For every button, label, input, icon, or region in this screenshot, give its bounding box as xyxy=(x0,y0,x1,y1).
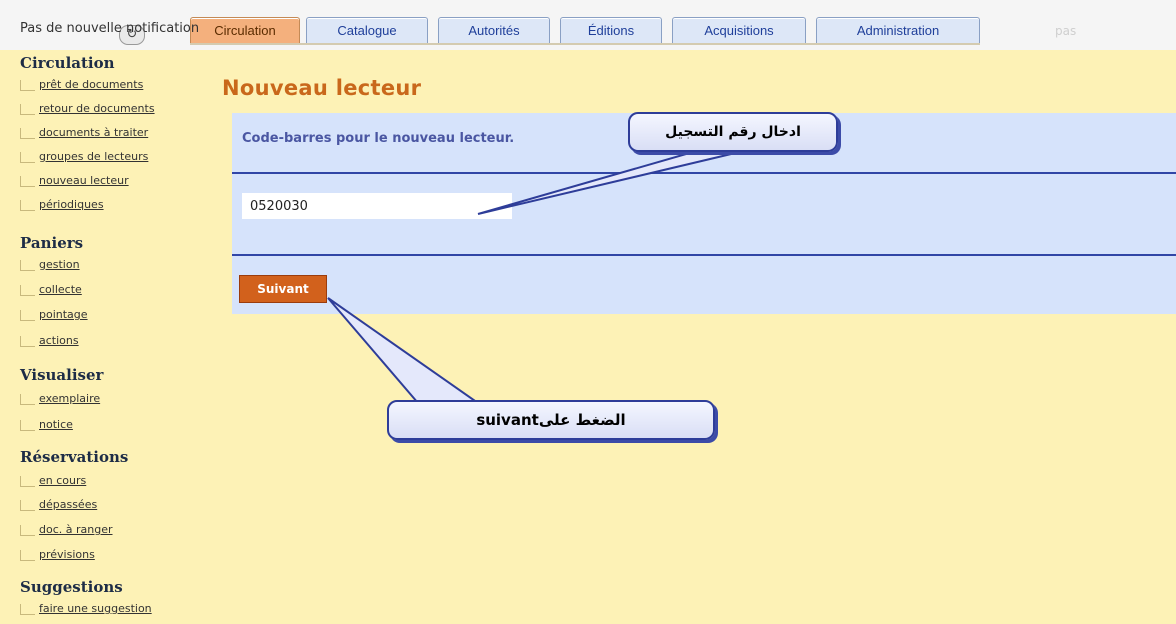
sidebar-item-nouveau-lecteur[interactable]: nouveau lecteur xyxy=(20,174,129,192)
tab-circulation[interactable]: Circulation xyxy=(190,17,300,43)
sidebar-heading-visualiser: Visualiser xyxy=(20,366,104,384)
sidebar-item-doc-a-ranger[interactable]: doc. à ranger xyxy=(20,523,113,541)
sidebar-item-label: dépassées xyxy=(39,498,98,511)
tree-branch-icon xyxy=(20,127,35,139)
tree-branch-icon xyxy=(20,475,35,487)
sidebar-item-depassees[interactable]: dépassées xyxy=(20,498,97,516)
sidebar-item-label: actions xyxy=(39,334,79,347)
tree-branch-icon xyxy=(20,175,35,187)
sidebar-item-label: groupes de lecteurs xyxy=(39,150,149,163)
sidebar-item-periodiques[interactable]: périodiques xyxy=(20,198,104,216)
sidebar-item-retour[interactable]: retour de documents xyxy=(20,102,155,120)
notification-text: Pas de nouvelle notification xyxy=(20,21,200,36)
tree-branch-icon xyxy=(20,199,35,211)
sidebar-item-label: prévisions xyxy=(39,548,95,561)
sidebar-heading-suggestions: Suggestions xyxy=(20,578,123,596)
sidebar-item-label: notice xyxy=(39,418,73,431)
form-divider xyxy=(232,172,1176,174)
sidebar-item-label: périodiques xyxy=(39,198,104,211)
sidebar-heading-circulation: Circulation xyxy=(20,54,115,72)
sidebar-item-label: documents à traiter xyxy=(39,126,149,139)
faded-text: pas xyxy=(1055,24,1077,38)
callout-click-suivant: suivantالضغط على xyxy=(387,400,715,440)
tree-branch-icon xyxy=(20,284,35,296)
tree-branch-icon xyxy=(20,335,35,347)
sidebar-item-label: gestion xyxy=(39,258,80,271)
tab-autorites[interactable]: Autorités xyxy=(438,17,550,43)
top-bar: Circulation Catalogue Autorités Éditions… xyxy=(0,0,1176,50)
sidebar-item-collecte[interactable]: collecte xyxy=(20,283,82,301)
sidebar-item-groupes[interactable]: groupes de lecteurs xyxy=(20,150,148,168)
tree-branch-icon xyxy=(20,151,35,163)
sidebar: Circulation prêt de documents retour de … xyxy=(0,50,210,624)
barcode-label: Code-barres pour le nouveau lecteur. xyxy=(242,131,515,146)
sidebar-heading-paniers: Paniers xyxy=(20,234,84,252)
tree-branch-icon xyxy=(20,603,35,615)
sidebar-item-label: retour de documents xyxy=(39,102,155,115)
sidebar-item-pointage[interactable]: pointage xyxy=(20,308,88,326)
page-title: Nouveau lecteur xyxy=(222,76,422,100)
sidebar-item-label: nouveau lecteur xyxy=(39,174,129,187)
sidebar-item-documents-a-traiter[interactable]: documents à traiter xyxy=(20,126,148,144)
barcode-input[interactable] xyxy=(242,193,512,219)
tab-editions[interactable]: Éditions xyxy=(560,17,662,43)
sidebar-item-label: en cours xyxy=(39,474,87,487)
sidebar-item-label: exemplaire xyxy=(39,392,101,405)
sidebar-item-gestion[interactable]: gestion xyxy=(20,258,80,276)
tree-branch-icon xyxy=(20,259,35,271)
tree-branch-icon xyxy=(20,549,35,561)
sidebar-item-pret[interactable]: prêt de documents xyxy=(20,78,143,96)
sidebar-item-label: collecte xyxy=(39,283,82,296)
sidebar-item-en-cours[interactable]: en cours xyxy=(20,474,86,492)
tabs-baseline xyxy=(190,43,980,45)
sidebar-item-label: faire une suggestion xyxy=(39,602,152,615)
sidebar-item-label: doc. à ranger xyxy=(39,523,113,536)
sidebar-item-faire-suggestion[interactable]: faire une suggestion xyxy=(20,602,152,620)
tab-acquisitions[interactable]: Acquisitions xyxy=(672,17,806,43)
tree-branch-icon xyxy=(20,103,35,115)
sidebar-item-exemplaire[interactable]: exemplaire xyxy=(20,392,100,410)
callout-enter-number: ادخال رقم التسجيل xyxy=(628,112,838,152)
sidebar-item-previsions[interactable]: prévisions xyxy=(20,548,95,566)
sidebar-item-label: prêt de documents xyxy=(39,78,144,91)
tab-administration[interactable]: Administration xyxy=(816,17,980,43)
tab-catalogue[interactable]: Catalogue xyxy=(306,17,428,43)
tree-branch-icon xyxy=(20,524,35,536)
tree-branch-icon xyxy=(20,499,35,511)
sidebar-heading-reservations: Réservations xyxy=(20,448,129,466)
sidebar-item-actions[interactable]: actions xyxy=(20,334,79,352)
form-divider xyxy=(232,254,1176,256)
sidebar-item-label: pointage xyxy=(39,308,88,321)
suivant-button[interactable]: Suivant xyxy=(239,275,327,303)
tree-branch-icon xyxy=(20,393,35,405)
sidebar-item-notice[interactable]: notice xyxy=(20,418,73,436)
tree-branch-icon xyxy=(20,79,35,91)
tree-branch-icon xyxy=(20,309,35,321)
tree-branch-icon xyxy=(20,419,35,431)
